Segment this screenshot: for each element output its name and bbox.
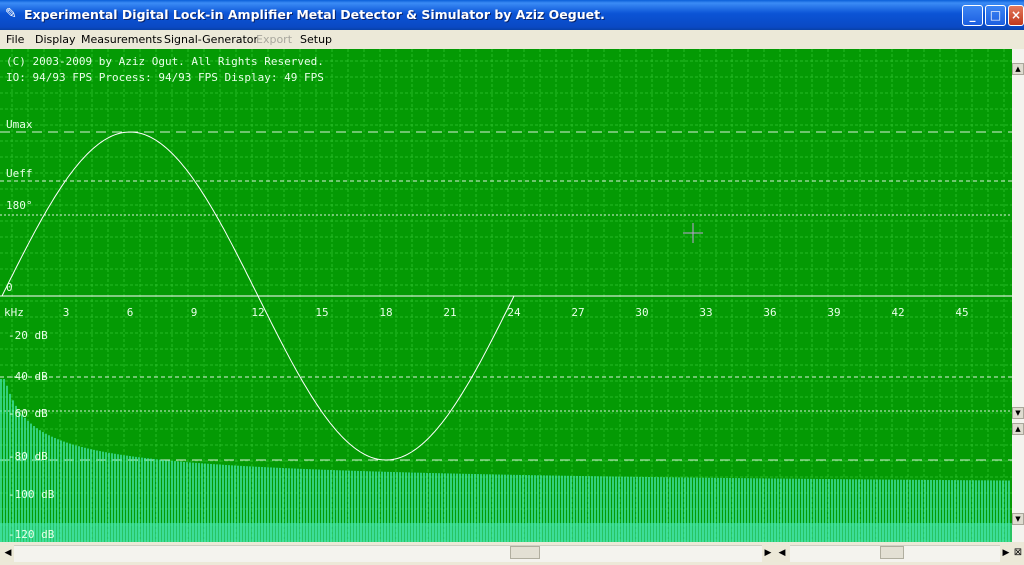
maximize-button[interactable]: □ (985, 5, 1006, 26)
copyright-text: (C) 2003-2009 by Aziz Ogut. All Rights R… (6, 55, 324, 68)
scroll-thumb[interactable] (510, 546, 540, 559)
label-ueff: Ueff (6, 167, 33, 180)
menu-file[interactable]: File (6, 33, 24, 46)
freq-tick-label: 42 (891, 306, 904, 319)
db-label-20: -20 dB (8, 329, 48, 342)
freq-tick-label: 30 (635, 306, 648, 319)
spectrum-floor (0, 523, 1012, 542)
freq-tick-label: 12 (251, 306, 264, 319)
freq-tick-label: 6 (127, 306, 134, 319)
scroll-down-arrow[interactable]: ▼ (1012, 407, 1024, 419)
menu-export: Export (256, 33, 293, 46)
freq-tick-label: 24 (507, 306, 521, 319)
vertical-scrollbar[interactable]: ▲ ▼ ▲ ▼ (1012, 49, 1024, 542)
freq-tick-label: 36 (763, 306, 776, 319)
scroll-left-arrow-2[interactable]: ◀ (776, 545, 788, 561)
menu-bar: File Display Measurements Signal-Generat… (0, 30, 1024, 49)
db-label-80: -80 dB (8, 450, 48, 463)
db-label-100: -100 dB (8, 488, 55, 501)
menu-signal-generator[interactable]: Signal-Generator (164, 33, 258, 46)
label-umax: Umax (6, 118, 33, 131)
scroll-right-arrow[interactable]: ▶ (762, 545, 774, 561)
scroll-up-arrow[interactable]: ▲ (1012, 63, 1024, 75)
oscilloscope-display[interactable]: (C) 2003-2009 by Aziz Ogut. All Rights R… (0, 49, 1012, 542)
freq-axis-ticks: 3 6 9 12 15 18 21 24 27 30 33 36 39 42 45 (63, 306, 969, 319)
freq-tick-label: 15 (315, 306, 328, 319)
scroll-down-arrow-2[interactable]: ▼ (1012, 513, 1024, 525)
freq-tick-label: 21 (443, 306, 456, 319)
freq-tick-label: 33 (699, 306, 712, 319)
freq-tick-label: 18 (379, 306, 392, 319)
fps-stats: IO: 94/93 FPS Process: 94/93 FPS Display… (6, 71, 324, 84)
freq-tick-label: 9 (191, 306, 198, 319)
resize-grip-icon[interactable]: ⊠ (1012, 545, 1024, 561)
menu-measurements[interactable]: Measurements (81, 33, 162, 46)
freq-tick-label: 45 (955, 306, 968, 319)
db-label-120: -120 dB (8, 528, 55, 541)
freq-tick-label: 3 (63, 306, 70, 319)
scroll-right-arrow-2[interactable]: ▶ (1000, 545, 1012, 561)
menu-display[interactable]: Display (35, 33, 76, 46)
scope-canvas[interactable]: (C) 2003-2009 by Aziz Ogut. All Rights R… (0, 49, 1012, 542)
db-label-40: -40 dB (8, 370, 48, 383)
menu-setup[interactable]: Setup (300, 33, 332, 46)
freq-tick-label: 27 (571, 306, 584, 319)
label-180: 180° (6, 199, 33, 212)
scroll-thumb-2[interactable] (880, 546, 904, 559)
label-zero: 0 (6, 281, 13, 294)
scroll-left-arrow[interactable]: ◀ (2, 545, 14, 561)
scroll-track[interactable] (14, 545, 762, 562)
freq-unit: kHz (4, 306, 24, 319)
close-button[interactable]: × (1008, 5, 1024, 26)
title-bar[interactable]: ✎ Experimental Digital Lock-in Amplifier… (0, 0, 1024, 30)
minimize-button[interactable]: _ (962, 5, 983, 26)
db-label-60: -60 dB (8, 407, 48, 420)
window-title: Experimental Digital Lock-in Amplifier M… (24, 7, 605, 22)
scroll-up-arrow-2[interactable]: ▲ (1012, 423, 1024, 435)
horizontal-scrollbar[interactable]: ◀ ▶ ◀ ▶ ⊠ (0, 543, 1024, 565)
freq-tick-label: 39 (827, 306, 840, 319)
pen-icon[interactable]: ✎ (5, 6, 21, 22)
